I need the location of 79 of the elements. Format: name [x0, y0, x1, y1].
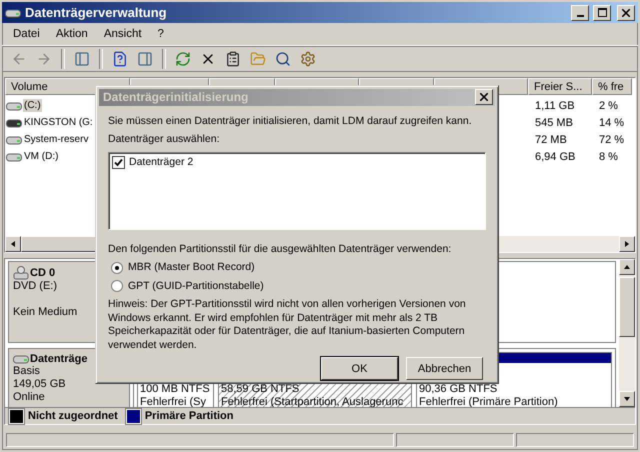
drive-icon — [6, 134, 22, 144]
up-arrow-icon — [623, 263, 631, 271]
menu-item[interactable]: ? — [150, 26, 171, 42]
close-icon — [480, 93, 488, 102]
help-icon — [112, 51, 128, 67]
scrollbar-thumb[interactable] — [619, 277, 635, 337]
drive-label[interactable]: System-reserv — [23, 133, 90, 146]
forward-arrow-icon — [36, 51, 52, 67]
checkbox-label: Datenträger 2 — [129, 156, 194, 169]
scroll-down-button[interactable] — [619, 391, 635, 407]
partition-size: 100 MB NTFS — [139, 383, 211, 396]
partition-size: 58,59 GB NTFS — [220, 383, 300, 396]
vertical-scrollbar[interactable] — [619, 259, 635, 407]
dialog-message: Sie müssen einen Datenträger initialisieren, damit LDM darauf zugreifen kann. — [108, 114, 473, 128]
column-header[interactable]: Freier S... — [528, 78, 592, 95]
drive-icon — [6, 152, 22, 162]
partition-size: 90,36 GB NTFS — [418, 383, 498, 396]
close-icon — [622, 8, 630, 16]
drive-label[interactable]: KINGSTON (G: — [23, 116, 94, 129]
legend-label: Primäre Partition — [144, 410, 234, 422]
table-cell-text: 1,11 GB — [534, 100, 576, 112]
maximize-button[interactable] — [593, 4, 611, 20]
partition-status: Fehlerfrei (Primäre Partition) — [418, 396, 559, 407]
menu-item[interactable]: Ansicht — [96, 26, 149, 42]
disk-info: Online — [13, 391, 45, 404]
search-icon — [275, 51, 291, 67]
table-cell-text: 14 % — [598, 116, 626, 128]
scroll-left-button[interactable] — [5, 236, 21, 252]
scroll-right-button[interactable] — [619, 236, 635, 252]
settings-icon — [300, 51, 316, 67]
drive-icon — [5, 8, 21, 18]
radio-label: MBR (Master Boot Record) — [128, 261, 255, 274]
menu-item[interactable]: Aktion — [48, 26, 95, 42]
menu-item[interactable]: Datei — [6, 26, 47, 42]
disk-info: DVD (E:) — [13, 280, 57, 293]
scroll-up-button[interactable] — [619, 259, 635, 275]
folder-icon — [250, 51, 266, 67]
ok-button[interactable]: OK — [321, 357, 398, 380]
partition-status: Fehlerfrei (Startpartition, Auslagerunc — [220, 396, 404, 407]
properties-icon — [225, 51, 241, 67]
window-title: Datenträgerverwaltung — [25, 5, 168, 20]
drive-label[interactable]: VM (D:) — [23, 150, 60, 163]
disk-info: Basis — [13, 365, 40, 378]
partition-status: Fehlerfrei (Sy — [139, 396, 208, 407]
table-cell-text: 8 % — [598, 150, 619, 162]
minimize-icon — [576, 15, 584, 17]
drive-label[interactable]: (C:) — [23, 99, 42, 112]
hint-text: Hinweis: Der GPT-Partitionsstil wird nicht von allen vorherigen Versionen von Windows erkannt. Er wird empfohlen für Datenträger mit mehr als 2 TB Speicherkapazität oder für Datenträger, die auf Itanium-basierten Computern verwendet werden. — [108, 298, 467, 352]
right-arrow-icon — [623, 240, 631, 248]
panel-icon — [74, 51, 90, 67]
cancel-button[interactable]: Abbrechen — [406, 357, 483, 380]
minimize-button[interactable] — [571, 4, 589, 20]
down-arrow-icon — [623, 395, 631, 403]
field-label: Den folgenden Partitionsstil für die ausgewählten Datenträger verwenden: — [108, 242, 452, 256]
checkbox[interactable] — [112, 156, 125, 169]
table-cell-text: 72 % — [598, 134, 626, 146]
refresh-icon — [175, 51, 191, 67]
table-cell-text: 2 % — [598, 100, 619, 112]
maximize-icon — [598, 8, 606, 17]
radio-button[interactable] — [111, 280, 123, 292]
disk-info: 149,05 GB — [13, 378, 66, 391]
field-label: Datenträger auswählen: — [108, 133, 220, 146]
column-header[interactable]: % fre — [592, 78, 632, 95]
disk-name: CD 0 — [30, 267, 56, 279]
disk-name: Datenträge — [30, 353, 88, 365]
table-cell-text: 545 MB — [534, 116, 574, 128]
drive-icon — [6, 100, 22, 110]
left-arrow-icon — [9, 240, 17, 248]
close-button[interactable] — [617, 4, 635, 20]
disk-info: Kein Medium — [13, 306, 78, 319]
drive-icon — [6, 118, 22, 128]
radio-button[interactable] — [111, 262, 123, 274]
table-cell-text: 72 MB — [534, 134, 568, 146]
drive-icon — [13, 354, 29, 364]
table-cell-text: 6,94 GB — [534, 150, 576, 162]
legend-label: Nicht zugeordnet — [28, 410, 118, 422]
close-button[interactable] — [475, 89, 493, 106]
radio-label: GPT (GUID-Partitionstabelle) — [128, 280, 264, 293]
panel-icon — [137, 51, 153, 67]
